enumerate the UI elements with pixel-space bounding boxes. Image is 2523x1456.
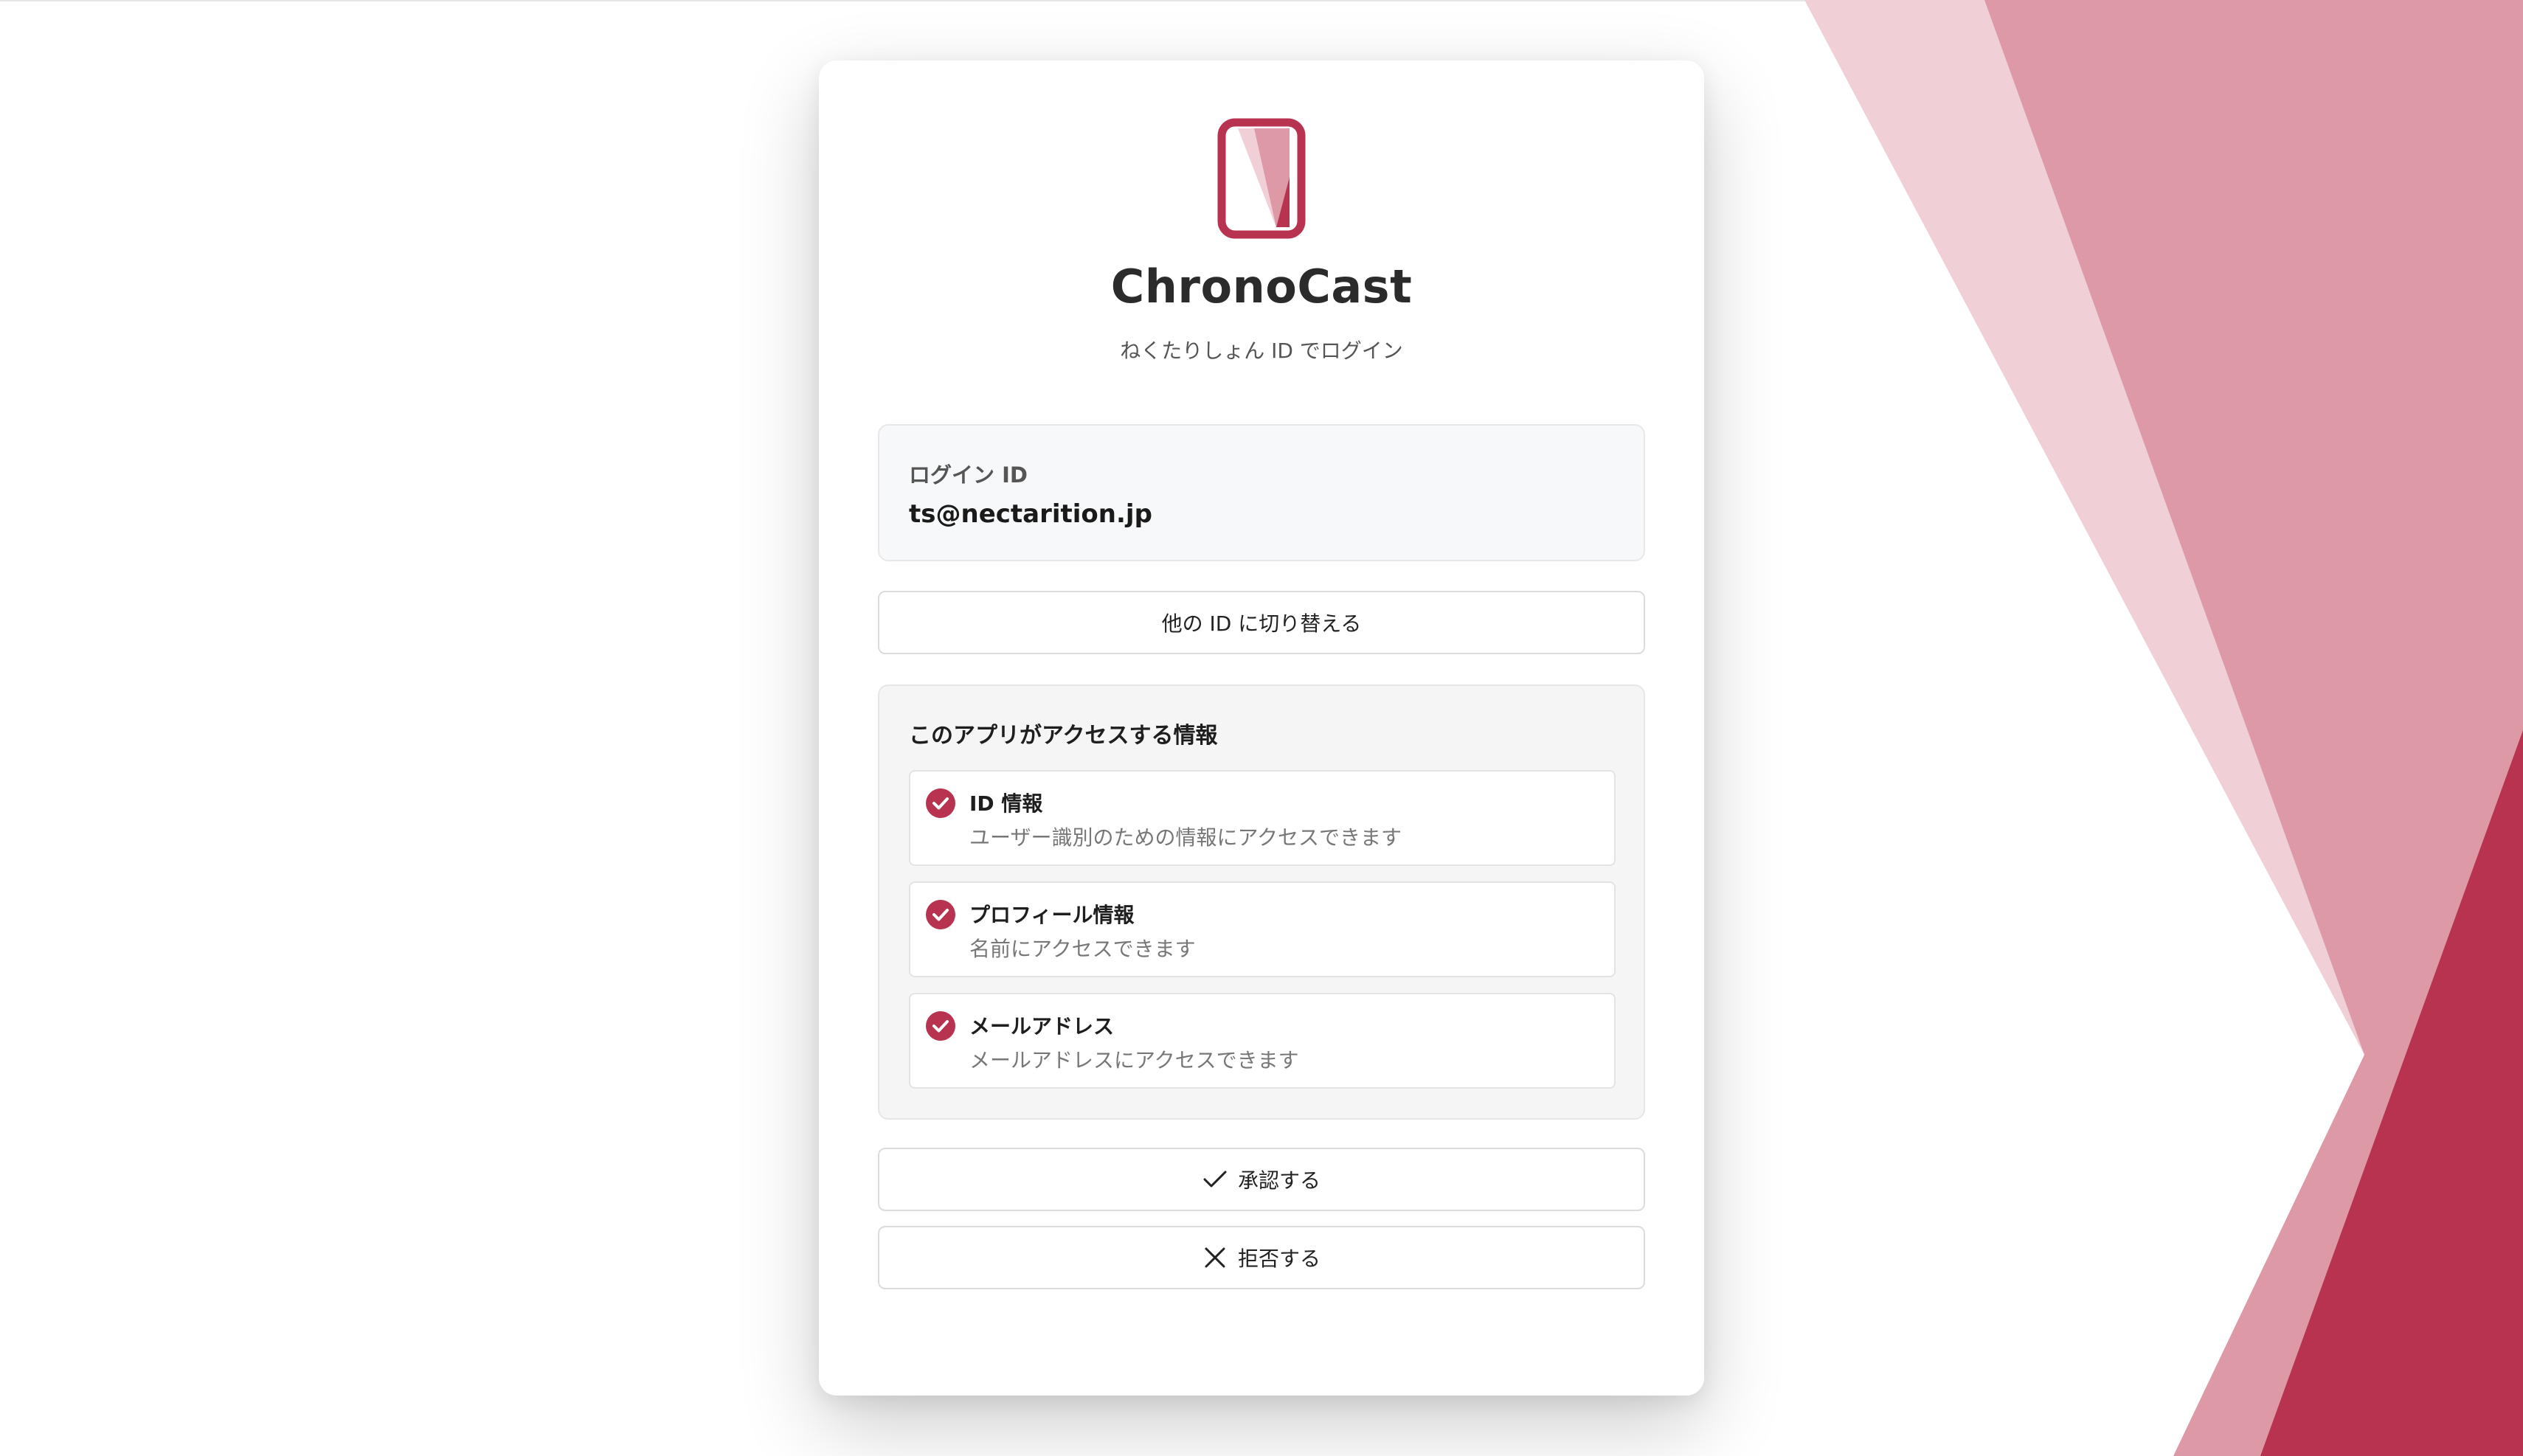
chronocast-logo-icon [1217,118,1306,239]
login-id-box: ログイン ID ts@nectarition.jp [878,424,1645,561]
login-card: ChronoCast ねくたりしょん ID でログイン ログイン ID ts@n… [819,60,1704,1396]
checkmark-icon [1203,1171,1227,1188]
permission-description: メールアドレスにアクセスできます [969,1048,1299,1072]
login-id-value: ts@nectarition.jp [909,499,1152,529]
switch-id-button[interactable]: 他の ID に切り替える [878,591,1645,654]
close-icon [1205,1247,1225,1268]
app-title: ChronoCast [1110,260,1413,313]
reject-button[interactable]: 拒否する [878,1226,1645,1289]
permission-item: ID 情報 ユーザー識別のための情報にアクセスできます [909,770,1616,866]
login-id-label: ログイン ID [909,462,1028,488]
login-subtitle: ねくたりしょん ID でログイン [1120,339,1403,363]
switch-id-label: 他の ID に切り替える [1161,611,1362,636]
permission-description: ユーザー識別のための情報にアクセスできます [969,825,1402,850]
approve-button[interactable]: 承認する [878,1148,1645,1211]
permissions-title: このアプリがアクセスする情報 [909,723,1218,749]
permission-description: 名前にアクセスできます [969,937,1196,961]
permission-item: メールアドレス メールアドレスにアクセスできます [909,993,1616,1089]
approve-label: 承認する [1237,1168,1321,1193]
permissions-panel: このアプリがアクセスする情報 ID 情報 ユーザー識別のための情報にアクセスでき… [878,684,1645,1120]
check-circle-icon [926,900,955,929]
permission-name: メールアドレス [969,1014,1115,1039]
permission-name: ID 情報 [969,791,1043,816]
permission-name: プロフィール情報 [969,903,1135,927]
check-circle-icon [926,788,955,818]
check-circle-icon [926,1011,955,1041]
reject-label: 拒否する [1237,1247,1321,1271]
permission-item: プロフィール情報 名前にアクセスできます [909,881,1616,977]
